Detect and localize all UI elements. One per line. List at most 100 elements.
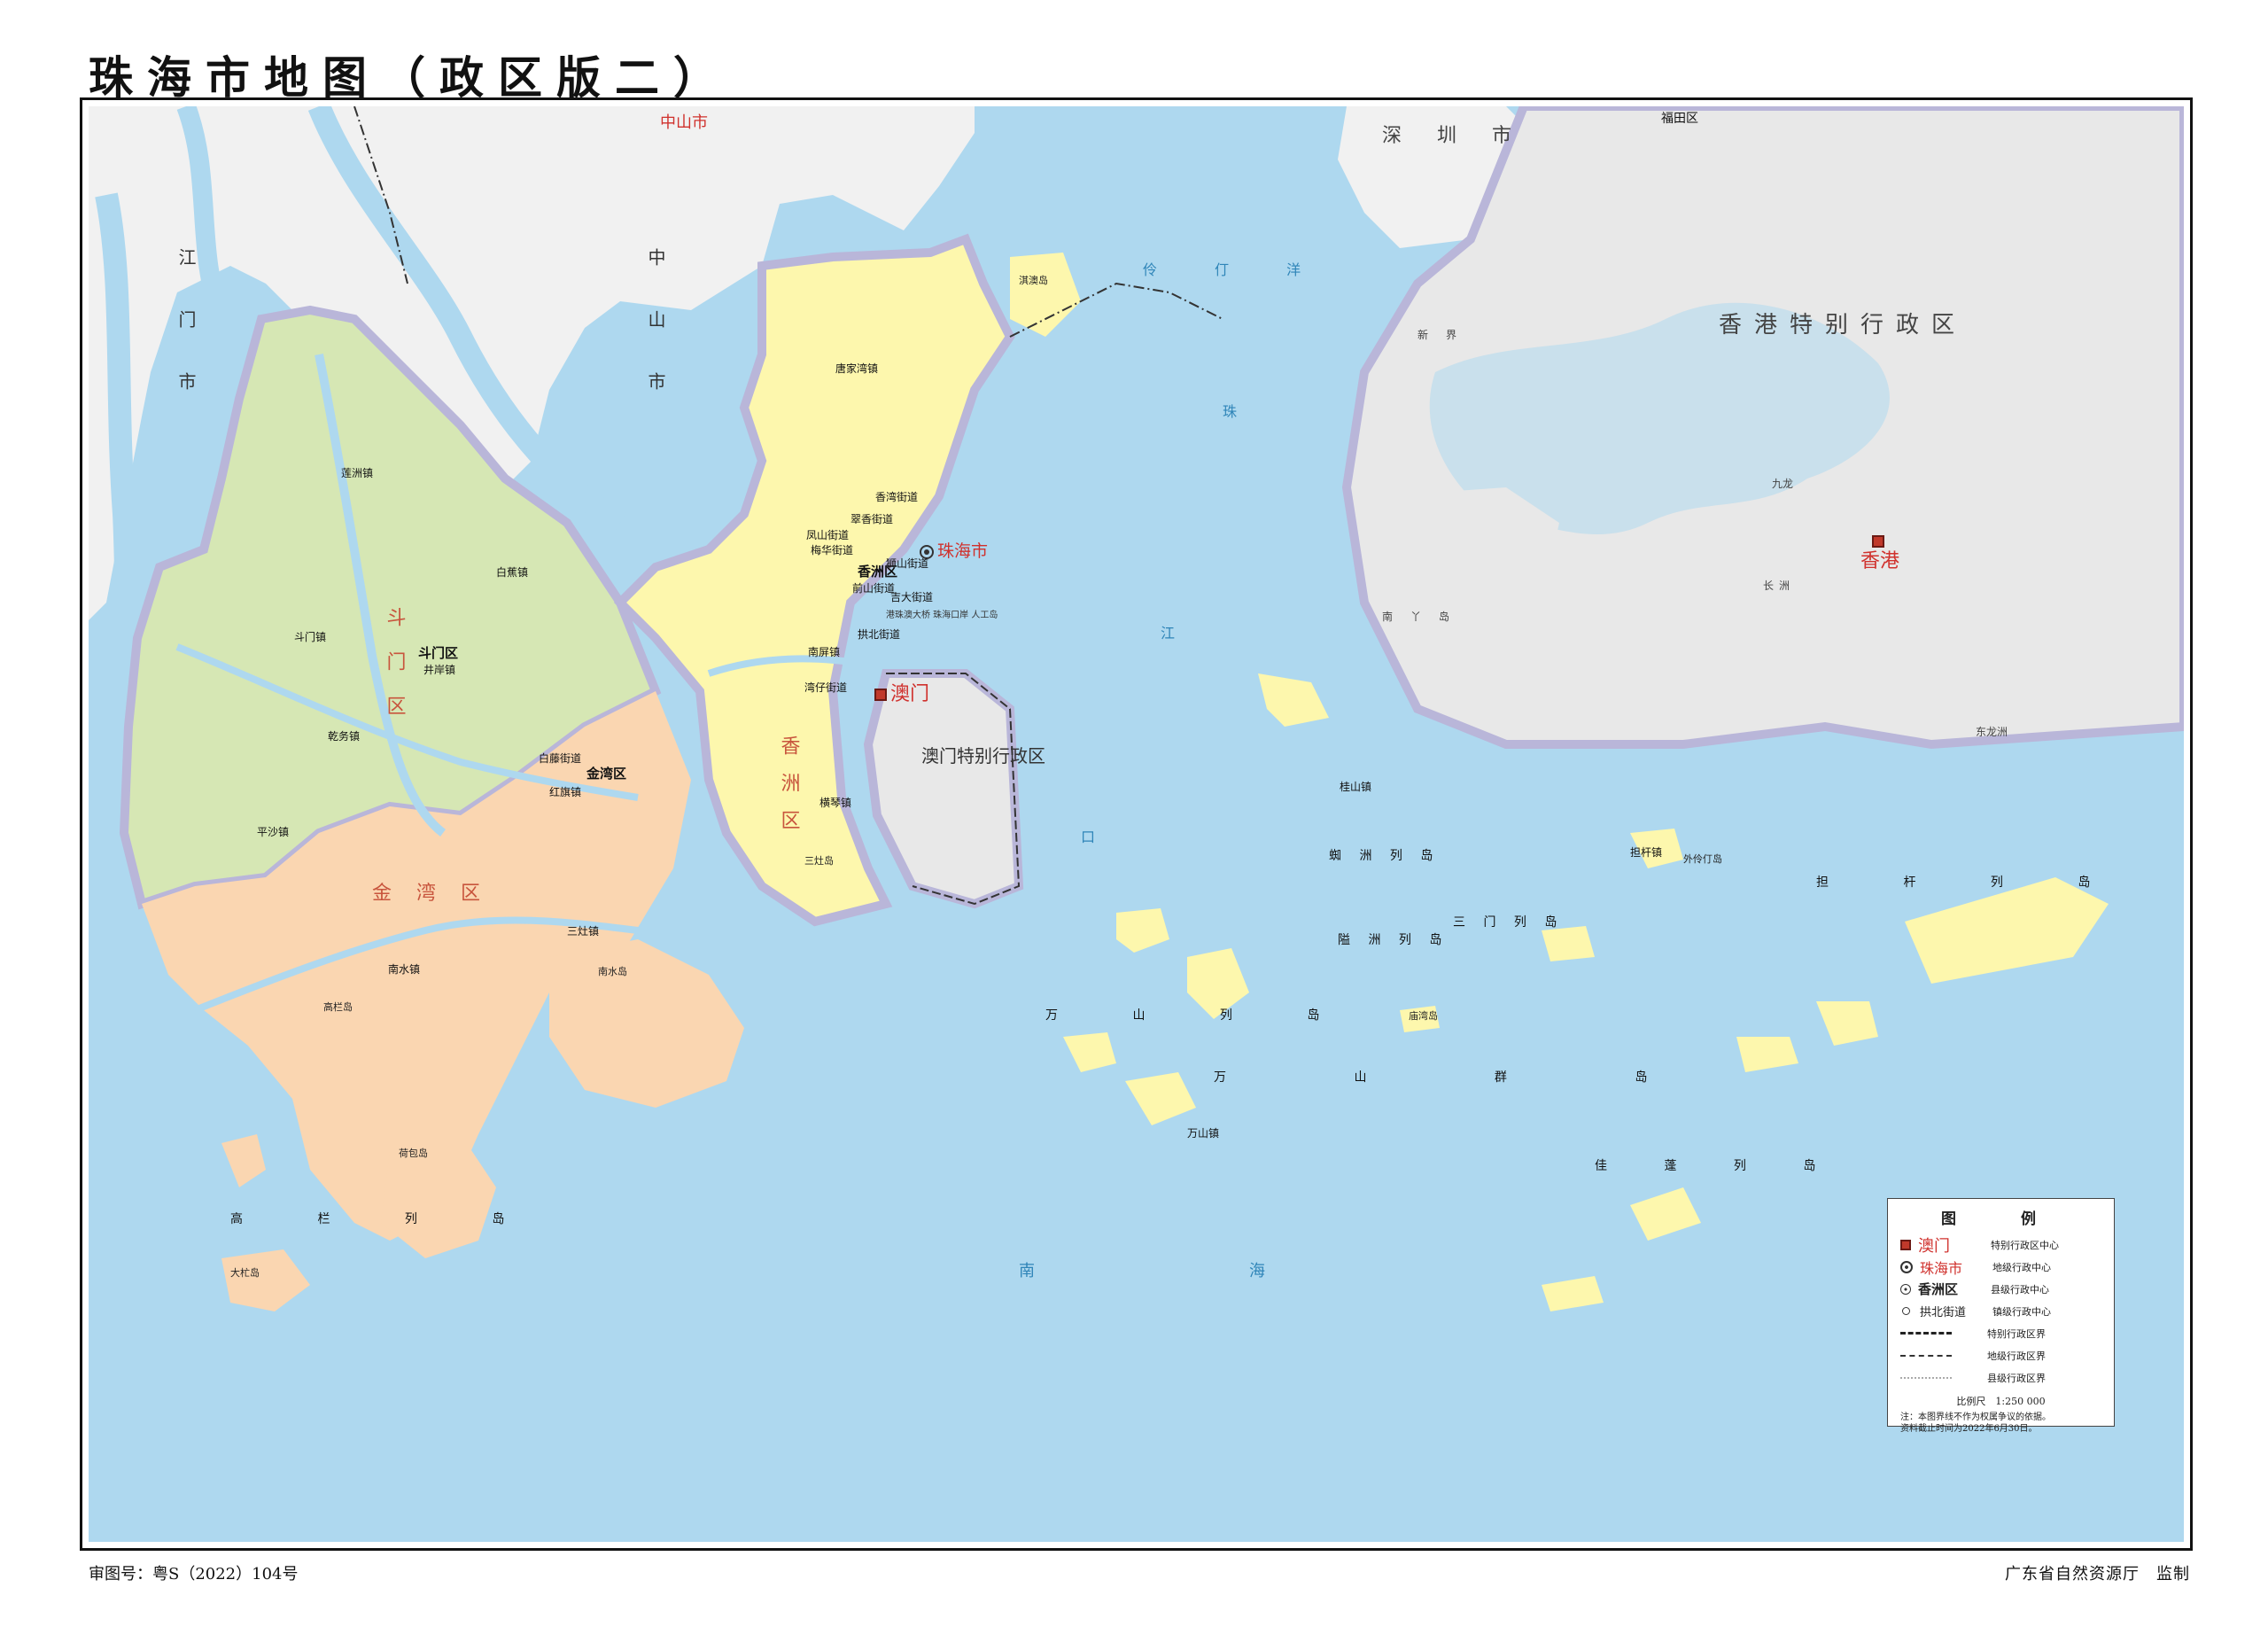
label-town: 井岸镇 [423,664,455,676]
sar-capital-icon [1900,1239,1911,1250]
label-town: 前山街道 [852,581,895,595]
legend-item: 拱北街道 镇级行政中心 [1888,1300,2114,1322]
hk-capital-marker [1872,535,1884,548]
label-island-group: 万 山 群 岛 [1214,1070,1709,1085]
legend-note-1: 注：本图界线不作为权属争议的依据。 [1900,1412,2051,1422]
label-jinwan-seat: 金湾区 [586,766,626,782]
label-doumen-seat: 斗门区 [418,645,458,661]
island-hebao [221,1249,310,1311]
island-xiaowanshan [1063,1032,1116,1072]
label-water: 南 [1019,1262,1035,1280]
label-town: 吉大街道 [890,591,933,603]
label-town: 平沙镇 [257,826,289,838]
label-island: 荷包岛 [399,1147,428,1159]
prefecture-boundary-icon [1900,1354,1952,1357]
legend-item-desc: 镇级行政中心 [1992,1305,2051,1318]
legend-item-name: 珠海市 [1920,1259,1963,1277]
legend-item-desc: 特别行政区界 [1987,1327,2046,1340]
label-town: 拱北街道 [858,628,900,641]
label-island: 三灶岛 [804,854,834,867]
legend-item: 县级行政区界 [1888,1366,2114,1389]
double-circle-icon [1900,1260,1913,1273]
island-guishan [1258,673,1329,727]
label-doumen-district: 斗门区 [384,607,406,740]
island-zhiwan [1736,1037,1798,1072]
label-town: 白藤街道 [539,751,581,765]
label-island: 东龙洲 [1976,726,2008,738]
sar-boundary-icon [1900,1332,1952,1335]
island-erzhou [1816,1001,1878,1046]
label-town: 红旗镇 [549,785,581,798]
label-island-group: 三 门 列 岛 [1453,915,1564,930]
legend-note-2: 资料截止时间为2022年6月30日。 [1900,1424,2038,1434]
label-macau: 澳门 [890,683,929,705]
label-island: 南水岛 [598,965,627,977]
legend: 图 例 澳门 特别行政区中心 珠海市 地级行政中心 香洲区 县级行政中心 拱北街… [1887,1198,2115,1434]
label-island-group: 佳 蓬 列 岛 [1595,1159,1842,1173]
label-town: 万山镇 [1187,1127,1219,1140]
label-water: 江 [1161,625,1175,642]
circle-dot-icon [1900,1283,1911,1295]
label-hongkong-sar: 香港特别行政区 [1719,312,1967,339]
label-island-group: 高 栏 列 岛 [230,1211,540,1226]
label-jinwan-district: 金湾区 [372,883,505,905]
label-town: 香湾街道 [875,490,918,503]
zhuhai-capital-dot [924,549,929,555]
legend-item-desc: 县级行政区界 [1987,1372,2046,1384]
label-water: 伶 仃 洋 [1143,261,1327,278]
legend-item-name: 香洲区 [1918,1281,1959,1297]
label-hk-place: 新界 [1418,328,1474,341]
legend-item: 澳门 特别行政区中心 [1888,1233,2114,1256]
label-macau-sar: 澳门特别行政区 [921,745,1045,767]
label-town: 白蕉镇 [496,565,528,579]
label-town: 担杆镇 [1630,846,1662,859]
label-town: 南屏镇 [808,645,840,658]
island-sanzao [549,939,744,1108]
label-water: 口 [1081,829,1095,845]
island-sanmen [1542,926,1595,961]
legend-item-desc: 地级行政区界 [1987,1350,2046,1362]
island-dongao [1116,908,1169,953]
island-dangan [1905,877,2109,984]
island-qiao [1010,253,1081,337]
label-island: 长洲 [1763,580,1795,592]
island-lantau [1382,487,1559,620]
label-futian: 福田区 [1661,112,1698,126]
label-town: 斗门镇 [294,630,326,643]
label-town: 莲洲镇 [341,467,373,479]
island-beijian [1630,1187,1701,1241]
legend-item: 地级行政区界 [1888,1344,2114,1366]
label-island: 外伶仃岛 [1683,852,1722,865]
label-island-group: 万 山 列 岛 [1045,1008,1355,1023]
label-island: 南丫岛 [1382,610,1467,623]
map-canvas[interactable]: 中山市 江门市 中山市 深圳市 香港特别行政区 澳门特别行政区 斗门区 金湾区 … [89,106,2184,1542]
legend-item-name: 拱北街道 [1920,1306,1967,1319]
label-town: 唐家湾镇 [835,362,878,375]
island-dawanshan [1125,1072,1196,1125]
island-dagan [221,1134,266,1187]
map-svg: 中山市 江门市 中山市 深圳市 香港特别行政区 澳门特别行政区 斗门区 金湾区 … [89,106,2184,1311]
label-town: 南水镇 [388,962,420,976]
macau-capital-marker [874,689,887,701]
label-shenzhen: 深圳市 [1382,125,1547,147]
label-hongkong: 香港 [1860,550,1899,572]
label-zhuhai: 珠海市 [937,541,988,561]
label-island-group: 蜘 洲 列 岛 [1329,849,1440,863]
legend-item: 特别行政区界 [1888,1322,2114,1344]
legend-item-desc: 县级行政中心 [1991,1283,2049,1296]
label-xiangzhou-district: 香洲区 [778,735,801,847]
legend-item: 香洲区 县级行政中心 [1888,1278,2114,1300]
label-hk-place: 九龙 [1772,478,1793,490]
label-island: 庙湾岛 [1409,1009,1438,1022]
legend-item-desc: 地级行政中心 [1992,1261,2051,1273]
label-town: 狮山街道 [886,557,928,570]
small-circle-icon [1902,1307,1910,1315]
label-town: 凤山街道 [806,529,849,541]
label-zhongshan: 中山市 [660,113,708,132]
legend-scale: 比例尺 1:250 000 [1956,1396,2046,1407]
county-boundary-icon [1900,1376,1952,1379]
label-town: 横琴镇 [819,797,851,809]
region-macau[interactable] [863,669,1024,909]
island-miaowan [1542,1276,1604,1311]
label-island-group: 隘 洲 列 岛 [1338,933,1449,947]
